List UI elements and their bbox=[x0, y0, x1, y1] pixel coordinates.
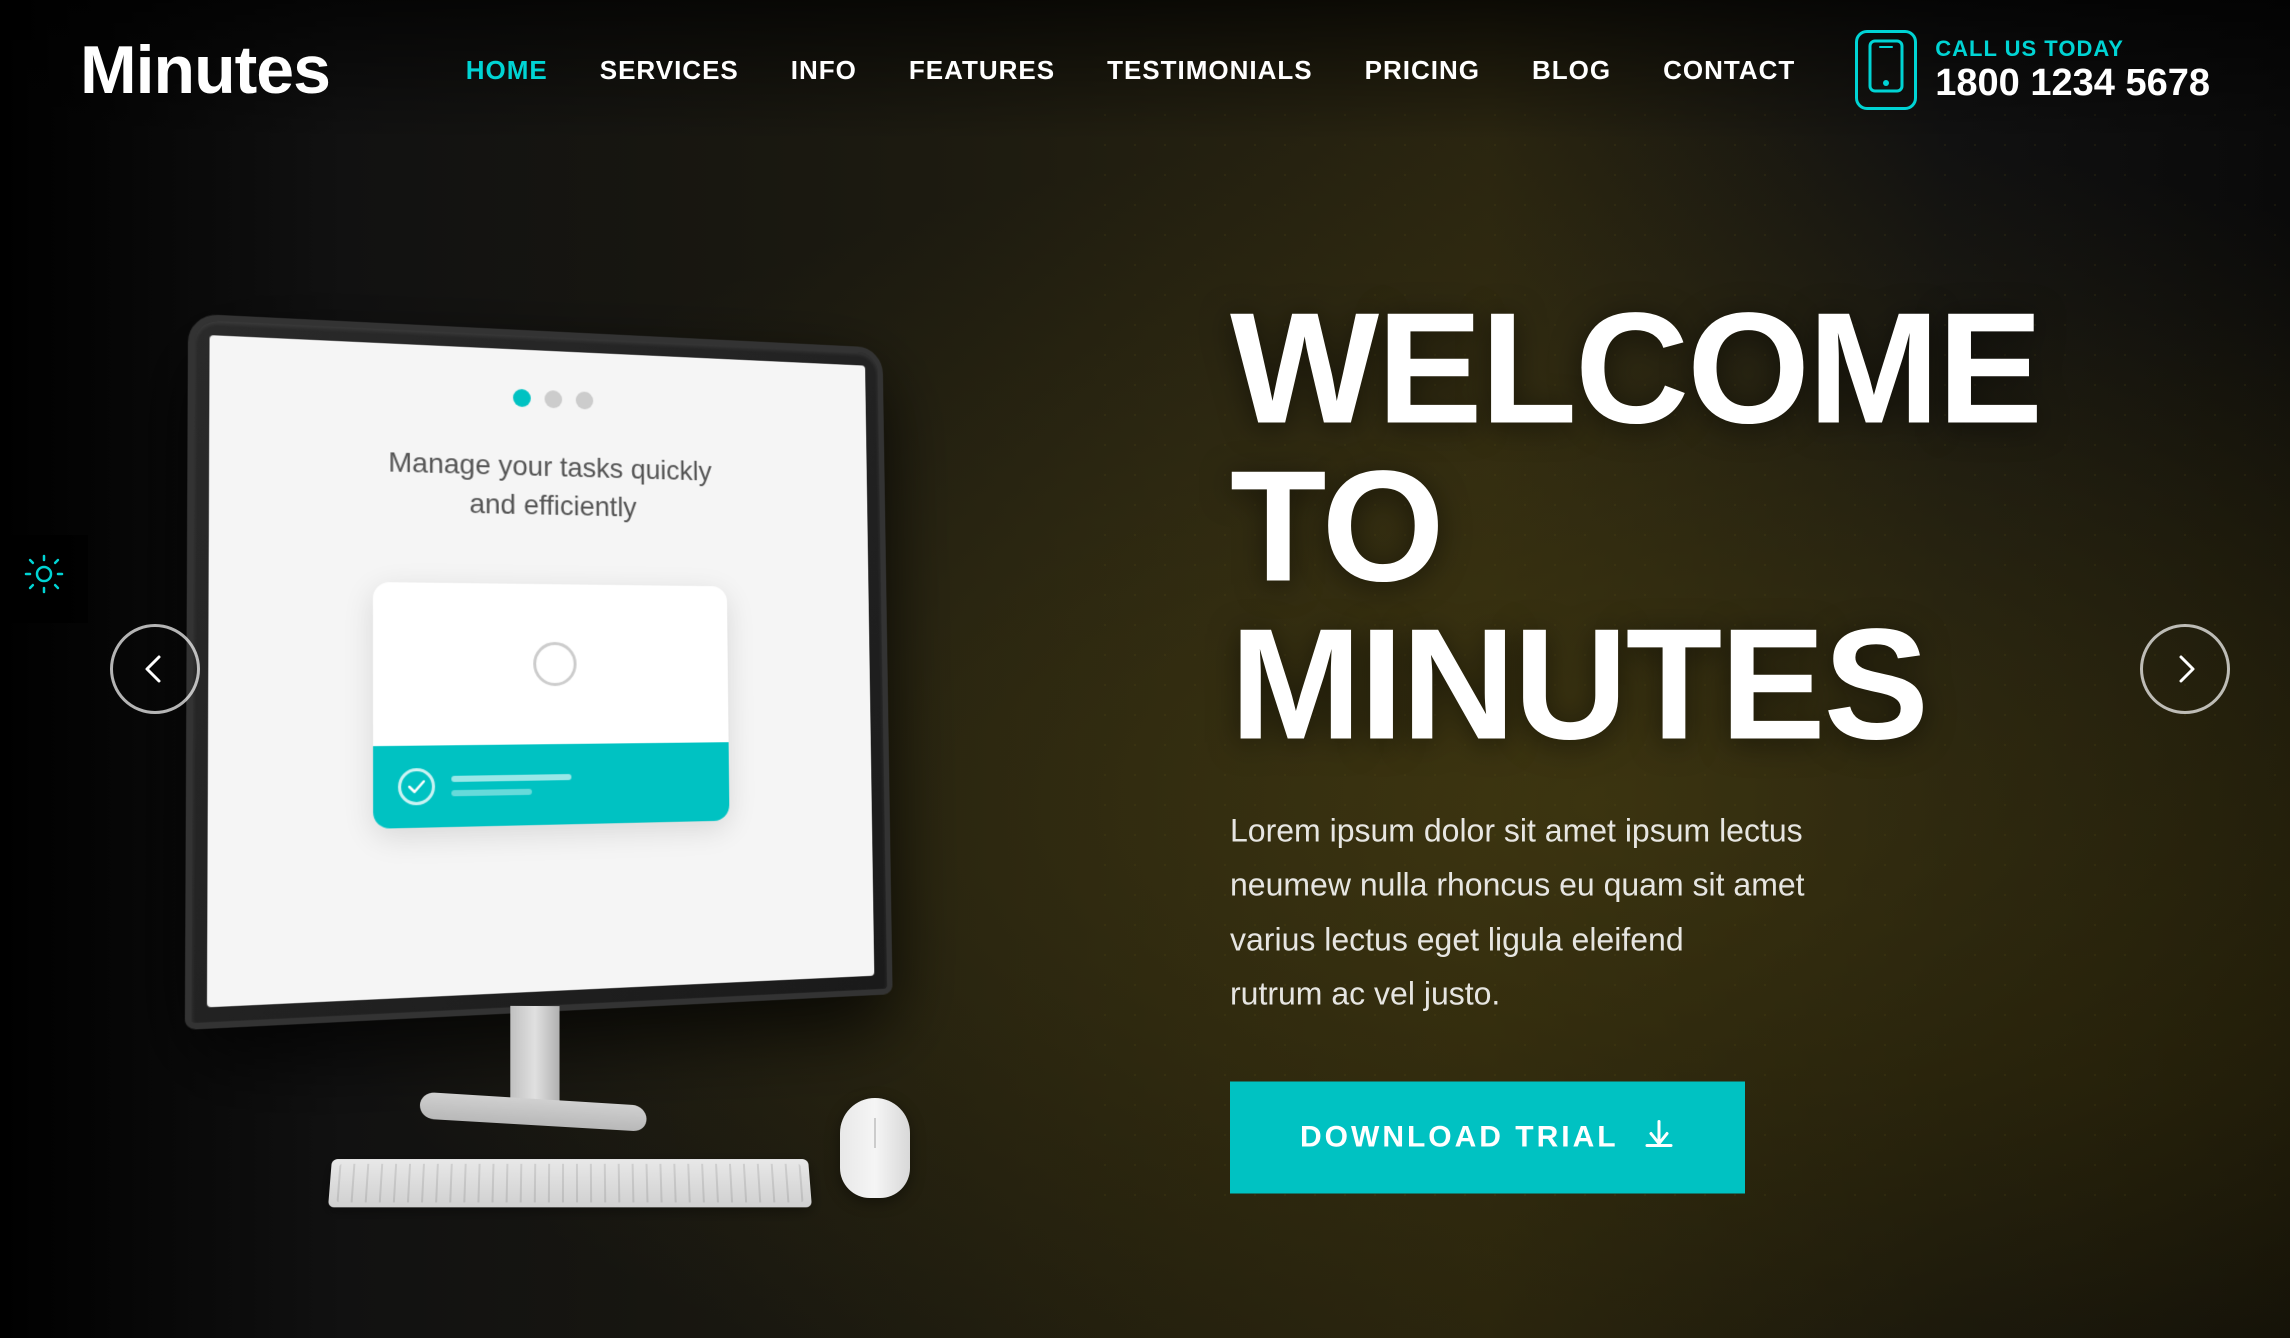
card-line-2 bbox=[451, 789, 532, 797]
card-circle bbox=[533, 642, 577, 686]
hero-section: Minutes HOME SERVICES INFO FEATURES TEST… bbox=[0, 0, 2290, 1338]
download-label: DOWNLOAD TRIAL bbox=[1300, 1120, 1619, 1154]
hero-content: WELCOME TO MINUTES Lorem ipsum dolor sit… bbox=[1230, 290, 2010, 1194]
card-top bbox=[373, 582, 729, 746]
card-check-icon bbox=[398, 768, 435, 806]
hero-title-line1: WELCOME bbox=[1230, 281, 2041, 457]
call-label: CALL US TODAY bbox=[1935, 36, 2210, 62]
hero-title: WELCOME TO MINUTES bbox=[1230, 290, 2010, 764]
settings-button[interactable] bbox=[0, 535, 88, 623]
dot-3 bbox=[576, 391, 594, 409]
monitor-bezel: Manage your tasks quicklyand efficiently bbox=[185, 313, 893, 1029]
screen-dots bbox=[513, 389, 593, 410]
gear-icon bbox=[23, 553, 65, 605]
carousel-next-button[interactable] bbox=[2140, 624, 2230, 714]
carousel-prev-button[interactable] bbox=[110, 624, 200, 714]
dot-1 bbox=[513, 389, 531, 407]
brand-logo[interactable]: Minutes bbox=[80, 31, 330, 109]
card-line-1 bbox=[451, 774, 571, 782]
hero-description: Lorem ipsum dolor sit amet ipsum lectus … bbox=[1230, 804, 1890, 1022]
hero-title-line2: TO MINUTES bbox=[1230, 439, 1927, 773]
download-icon bbox=[1643, 1117, 1675, 1157]
card-lines bbox=[451, 774, 571, 796]
phone-icon-wrap bbox=[1855, 30, 1917, 110]
mouse bbox=[840, 1098, 910, 1198]
nav-pricing[interactable]: PRICING bbox=[1365, 55, 1480, 86]
nav-links: HOME SERVICES INFO FEATURES TESTIMONIALS… bbox=[466, 55, 1796, 86]
call-text: CALL US TODAY 1800 1234 5678 bbox=[1935, 36, 2210, 105]
nav-contact[interactable]: CONTACT bbox=[1663, 55, 1795, 86]
screen-card bbox=[373, 582, 730, 829]
monitor-stand-neck bbox=[510, 1006, 559, 1106]
download-trial-button[interactable]: DOWNLOAD TRIAL bbox=[1230, 1081, 1745, 1193]
phone-icon bbox=[1868, 39, 1904, 102]
nav-blog[interactable]: BLOG bbox=[1532, 55, 1611, 86]
card-bottom bbox=[373, 743, 729, 830]
nav-home[interactable]: HOME bbox=[466, 55, 548, 86]
call-box: CALL US TODAY 1800 1234 5678 bbox=[1855, 30, 2210, 110]
call-number: 1800 1234 5678 bbox=[1935, 62, 2210, 105]
keyboard bbox=[328, 1159, 812, 1207]
dot-2 bbox=[545, 390, 563, 408]
nav-testimonials[interactable]: TESTIMONIALS bbox=[1107, 55, 1313, 86]
nav-features[interactable]: FEATURES bbox=[909, 55, 1055, 86]
navbar: Minutes HOME SERVICES INFO FEATURES TEST… bbox=[0, 0, 2290, 140]
nav-services[interactable]: SERVICES bbox=[600, 55, 739, 86]
monitor-screen: Manage your tasks quicklyand efficiently bbox=[207, 335, 874, 1007]
nav-info[interactable]: INFO bbox=[791, 55, 857, 86]
screen-text: Manage your tasks quicklyand efficiently bbox=[388, 442, 712, 528]
monitor-illustration: Manage your tasks quicklyand efficiently bbox=[80, 328, 980, 1278]
